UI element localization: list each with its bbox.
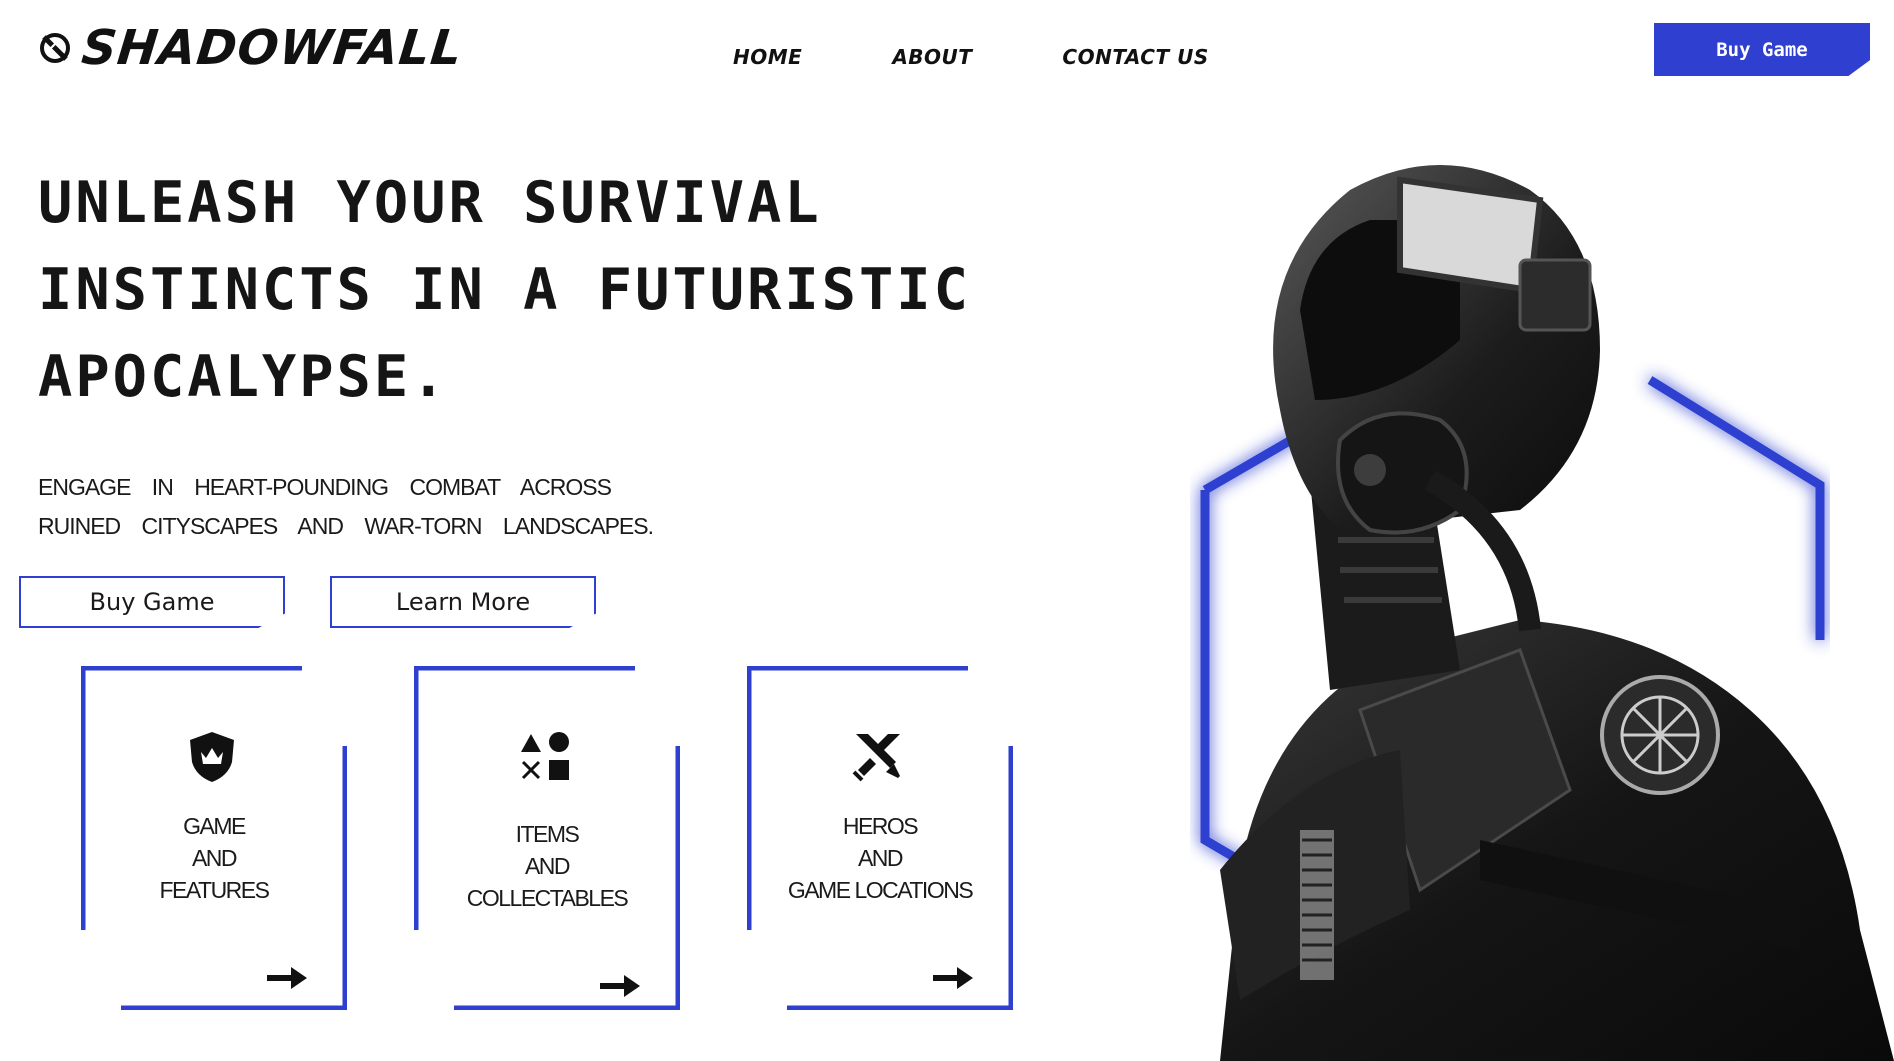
hero-subtitle: ENGAGE IN HEART-POUNDING COMBAT ACROSS R… (38, 474, 654, 539)
crown-shield-icon (190, 732, 234, 782)
shapes-icon (521, 732, 569, 780)
card-game-features[interactable]: GAME AND FEATURES (81, 666, 347, 1010)
armored-soldier-image (1220, 165, 1894, 1061)
header-buy-game-button[interactable]: Buy Game (1654, 23, 1870, 76)
nav-home[interactable]: HOME (733, 45, 802, 69)
learn-more-button[interactable]: Learn More (330, 576, 596, 628)
card-label: HEROS AND GAME LOCATIONS (787, 813, 974, 903)
arrow-right-icon[interactable] (598, 972, 642, 1000)
nav-about[interactable]: ABOUT (892, 45, 972, 69)
card-items-collectables[interactable]: ITEMS AND COLLECTABLES (414, 666, 680, 1010)
buy-game-button[interactable]: Buy Game (19, 576, 285, 628)
hero-title: UNLEASH YOUR SURVIVAL INSTINCTS IN A FUT… (38, 170, 971, 410)
nav-contact[interactable]: CONTACT US (1062, 45, 1208, 69)
arrow-right-icon[interactable] (265, 964, 309, 992)
logo[interactable]: SHADOWFALL (38, 20, 466, 76)
card-heros-locations[interactable]: HEROS AND GAME LOCATIONS (747, 666, 1013, 1010)
arrow-right-icon[interactable] (931, 964, 975, 992)
helmet-icon (40, 33, 70, 63)
card-label: ITEMS AND COLLECTABLES (466, 821, 629, 911)
main-nav: HOME ABOUT CONTACT US (733, 45, 1209, 69)
crossed-swords-icon (852, 734, 900, 782)
card-label: GAME AND FEATURES (159, 813, 270, 903)
logo-text: SHADOWFALL (79, 20, 466, 76)
